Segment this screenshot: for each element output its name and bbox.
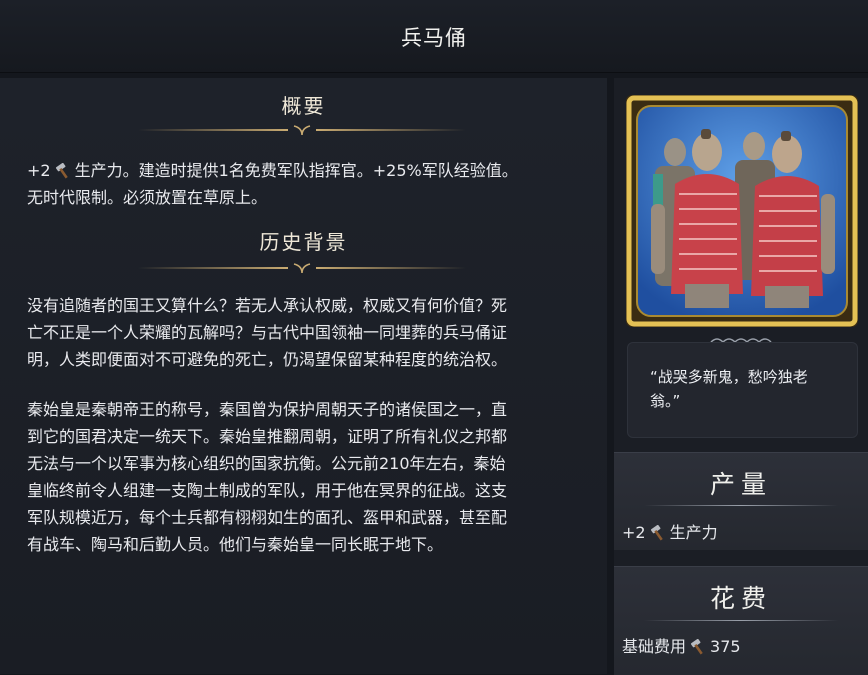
quote-line: 翁。” [650,392,681,410]
production-label: 生产力 [669,523,718,542]
quote-line: “战哭多新鬼，愁吟独老 [650,368,808,386]
history-title: 历史背景 [259,230,348,254]
quote-text: “战哭多新鬼，愁吟独老 翁。” [650,365,840,413]
history-p2-line: 到它的国君决定一统天下。秦始皇推翻周朝，证明了所有礼仪之邦都 [27,427,508,446]
history-p1-line: 没有追随者的国王又算什么？若无人承认权威，权威又有何价值？死 [27,296,508,315]
page-title: 兵马俑 [401,26,467,50]
history-paragraph-2: 秦始皇是秦朝帝王的称号，秦国曾为保护周朝天子的诸侯国之一，直 到它的国君决定一统… [27,396,572,558]
cost-card: 花费 基础费用 375 [614,566,868,675]
production-title: 产量 [709,470,772,499]
history-p2-line: 有战车、陶马和后勤人员。他们与秦始皇一同长眠于地下。 [27,535,444,554]
hammer-icon [55,163,68,179]
cost-value: 375 [710,637,741,656]
history-p1-line: 亡不正是一个人荣耀的瓦解吗？与古代中国领袖一同埋葬的兵马俑证 [27,323,508,342]
terracotta-army-portrait [626,95,858,327]
production-value-row: +2 生产力 [622,519,718,543]
production-card: 产量 +2 生产力 [614,452,868,550]
overview-text: +2 生产力。建造时提供1名免费军队指挥官。+25%军队经验值。 无时代限制。必须… [27,157,572,211]
overview-line1: 生产力。建造时提供1名免费军队指挥官。+25%军队经验值。 [74,161,518,180]
cost-value-row: 基础费用 375 [622,633,741,657]
description-panel: 概要 +2 生产力。建造时提供1名免费军队指挥官。+25%军队经验值。 无时代限制… [0,78,607,674]
history-p1-line: 明，人类即便面对不可避免的死亡，仍渴望保留某种程度的统治权。 [27,350,508,369]
overview-title: 概要 [281,94,326,118]
production-value: +2 [622,523,646,542]
cost-title: 花费 [709,584,772,613]
history-p2-line: 军队规模近万，每个士兵都有栩栩如生的面孔、盔甲和武器，甚至配 [27,508,508,527]
overview-bonus-value: +2 [27,161,51,180]
hammer-icon [690,639,703,655]
hammer-icon [650,525,663,541]
quote-box: “战哭多新鬼，愁吟独老 翁。” [627,342,858,438]
history-p2-line: 秦始皇是秦朝帝王的称号，秦国曾为保护周朝天子的诸侯国之一，直 [27,400,508,419]
history-p2-line: 无法与一个以军事为核心组织的国家抗衡。公元前210年左右，秦始 [27,454,506,473]
history-divider [138,261,466,275]
title-bar: 兵马俑 [0,0,868,73]
history-p2-line: 皇临终前令人组建一支陶土制成的军队，用于他在冥界的征战。这支 [27,481,508,500]
cost-label: 基础费用 [622,637,687,656]
overview-line2: 无时代限制。必须放置在草原上。 [27,188,268,207]
history-paragraph-1: 没有追随者的国王又算什么？若无人承认权威，权威又有何价值？死 亡不正是一个人荣耀… [27,292,572,373]
overview-divider [138,123,466,137]
